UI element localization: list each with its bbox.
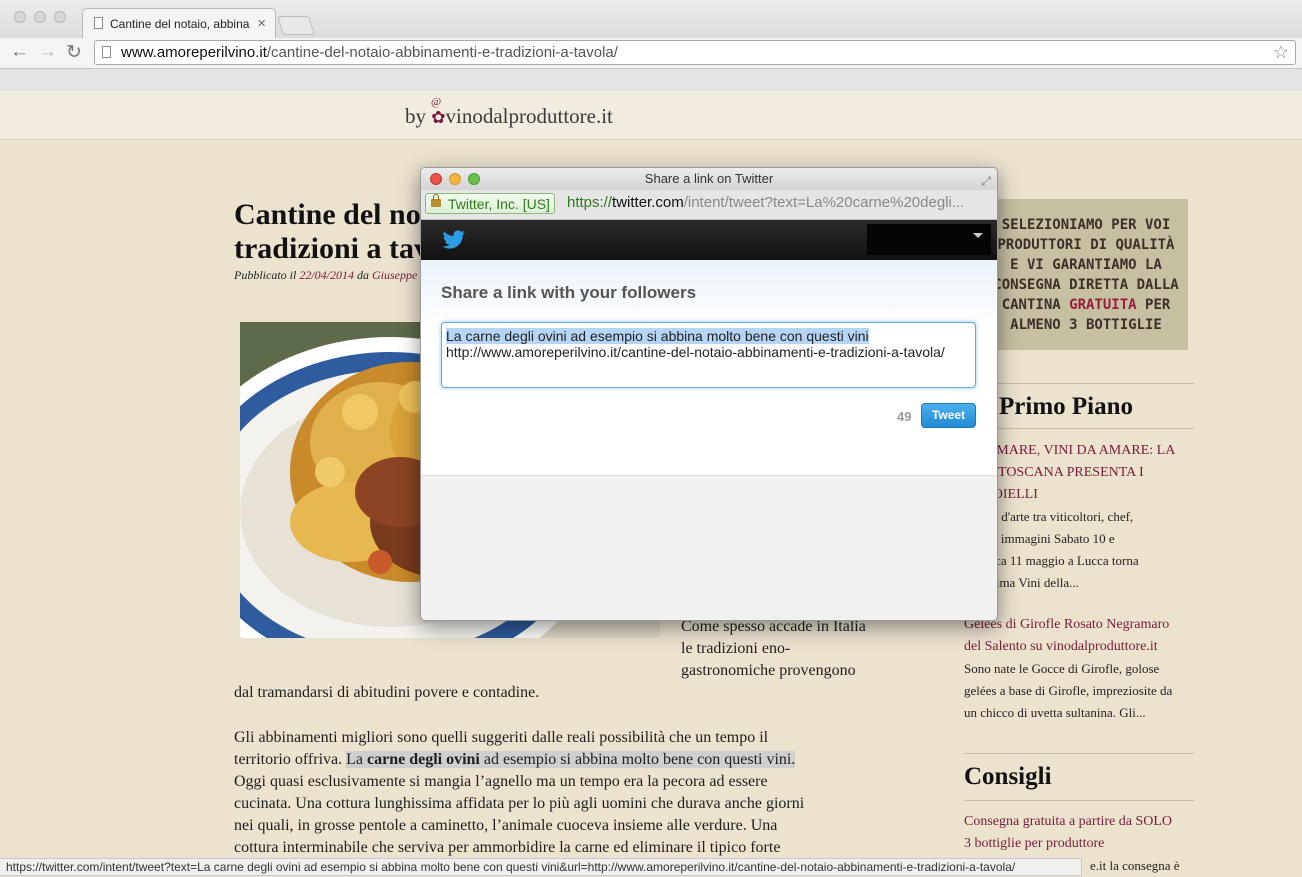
article-paragraph: Gli abbinamenti migliori sono quelli sug… <box>234 729 805 856</box>
sidebar-divider <box>964 753 1194 754</box>
article-intro-tail: dal tramandarsi di abitudini povere e co… <box>234 684 540 701</box>
sidebar-item1-excerpt: rsi d'arte tra viticoltori, chef, i e im… <box>985 509 1139 590</box>
address-bar[interactable]: www.amoreperilvino.it/cantine-del-notaio… <box>94 40 1296 65</box>
forward-arrow-icon[interactable]: → <box>38 41 57 63</box>
popup-zoom-button[interactable] <box>468 173 480 185</box>
sidebar-heading-primo-piano: Primo Piano <box>999 393 1134 420</box>
twitter-header <box>421 220 997 260</box>
popup-close-button[interactable] <box>430 173 442 185</box>
sidebar-item3-title[interactable]: Consegna gratuita a partire da SOLO 3 bo… <box>964 811 1172 855</box>
sidebar-heading-consigli: Consigli <box>964 763 1052 790</box>
sidebar-item2-excerpt: Sono nate le Gocce di Girofle, golose ge… <box>964 661 1173 720</box>
highlighted-quote[interactable]: La carne degli ovini ad esempio si abbin… <box>346 751 796 768</box>
site-byline[interactable]: by ✿ @ vinodalproduttore.it <box>405 96 613 129</box>
published-date-link[interactable]: 22/04/2014 <box>299 268 354 282</box>
browser-tab-active[interactable]: Cantine del notaio, abbinamenti e tradiz… <box>82 8 276 38</box>
window-close-button[interactable] <box>14 11 26 23</box>
chevron-down-icon <box>973 233 983 238</box>
at-logo-icon: @ <box>431 96 442 108</box>
grape-logo-icon: ✿ <box>431 108 446 127</box>
tweet-textarea[interactable]: La carne degli ovini ad esempio si abbin… <box>441 322 976 388</box>
browser-toolbar: ← → ↻ www.amoreperilvino.it/cantine-del-… <box>0 38 1302 69</box>
promo-banner[interactable]: SELEZIONIAMO PER VOI PRODUTTORI DI QUALI… <box>984 199 1188 350</box>
sidebar-divider <box>964 383 1194 384</box>
bookmarks-bar <box>0 69 1302 91</box>
new-tab-button[interactable] <box>276 16 316 35</box>
tab-close-icon[interactable]: × <box>257 15 266 32</box>
account-menu[interactable] <box>867 224 991 255</box>
sidebar-divider <box>964 800 1194 801</box>
popup-titlebar: Share a link on Twitter ⤢ <box>421 168 997 190</box>
window-zoom-button[interactable] <box>54 11 66 23</box>
popup-address-bar: Twitter, Inc. [US] https://twitter.com/i… <box>421 190 997 220</box>
twitter-share-popup: Share a link on Twitter ⤢ Twitter, Inc. … <box>420 167 998 621</box>
author-link[interactable]: Giuseppe <box>372 268 417 282</box>
sidebar-item1-title[interactable]: DI MARE, VINI DA AMARE: LA TA TOSCANA PR… <box>978 440 1175 506</box>
window-minimize-button[interactable] <box>34 11 46 23</box>
reload-icon[interactable]: ↻ <box>66 41 82 64</box>
popup-url[interactable]: https://twitter.com/intent/tweet?text=La… <box>567 194 992 211</box>
site-header: by ✿ @ vinodalproduttore.it <box>0 91 1302 140</box>
ev-certificate-badge[interactable]: Twitter, Inc. [US] <box>425 193 555 214</box>
page-icon <box>102 46 111 58</box>
character-counter: 49 <box>897 409 912 424</box>
status-bar-url: https://twitter.com/intent/tweet?text=La… <box>0 858 1082 876</box>
article-intro: Come spesso accade in Italia le tradizio… <box>681 618 866 679</box>
popup-title: Share a link on Twitter <box>644 171 774 186</box>
back-arrow-icon[interactable]: ← <box>10 41 29 63</box>
bookmark-star-icon[interactable]: ☆ <box>1273 42 1289 63</box>
address-url[interactable]: www.amoreperilvino.it/cantine-del-notaio… <box>121 44 618 61</box>
popup-minimize-button[interactable] <box>449 173 461 185</box>
tweet-button[interactable]: Tweet <box>921 403 976 428</box>
article-meta: Pubblicato il 22/04/2014 da Giuseppe <box>234 268 418 282</box>
tweet-form: Share a link with your followers La carn… <box>421 260 997 476</box>
tab-title: Cantine del notaio, abbinamenti e tradiz… <box>110 17 250 31</box>
fullscreen-icon[interactable]: ⤢ <box>981 170 991 192</box>
lock-icon <box>431 194 441 207</box>
document-icon <box>94 17 103 29</box>
sidebar-divider <box>964 428 1194 429</box>
twitter-bird-icon[interactable] <box>442 228 466 252</box>
browser-tabstrip: Cantine del notaio, abbinamenti e tradiz… <box>0 0 1302 38</box>
sidebar-item3-excerpt: e.it la consegna è <box>1090 858 1180 873</box>
share-heading: Share a link with your followers <box>441 283 697 302</box>
